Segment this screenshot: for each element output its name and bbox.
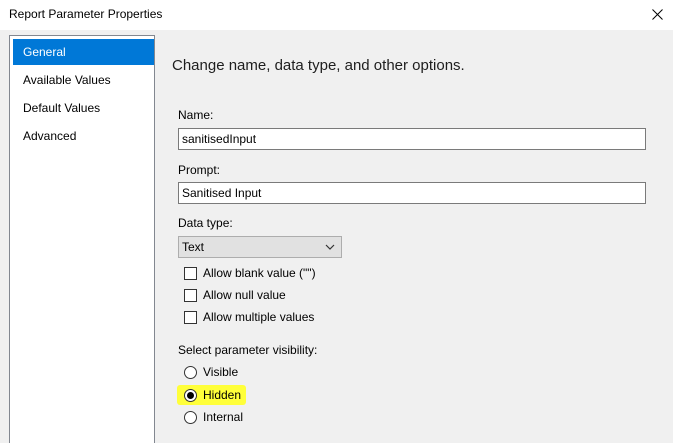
hidden-label: Hidden (203, 388, 242, 402)
page-heading: Change name, data type, and other option… (172, 57, 465, 74)
hidden-radio[interactable]: Hidden (184, 386, 241, 404)
sidebar-item-available-values[interactable]: Available Values (13, 67, 154, 93)
prompt-input[interactable]: Sanitised Input (178, 182, 646, 204)
allow-multiple-label: Allow multiple values (203, 310, 315, 324)
close-button[interactable] (645, 3, 669, 25)
sidebar-item-default-values[interactable]: Default Values (13, 95, 154, 121)
chevron-down-icon (325, 244, 335, 250)
radio-circle (184, 410, 197, 424)
window-title: Report Parameter Properties (9, 7, 163, 21)
radio-circle (184, 388, 197, 402)
title-bar: Report Parameter Properties (0, 0, 673, 30)
allow-multiple-checkbox[interactable]: Allow multiple values (184, 308, 314, 326)
sidebar-item-advanced[interactable]: Advanced (13, 123, 154, 149)
allow-null-label: Allow null value (203, 288, 286, 302)
data-type-value: Text (182, 240, 205, 254)
prompt-label: Prompt: (178, 163, 221, 177)
radio-circle (184, 365, 197, 379)
data-type-select[interactable]: Text (178, 236, 342, 258)
internal-label: Internal (203, 410, 244, 424)
checkbox-box (184, 266, 197, 280)
close-icon (651, 8, 663, 20)
name-label: Name: (178, 108, 214, 122)
checkbox-box (184, 288, 197, 302)
allow-blank-checkbox[interactable]: Allow blank value ("") (184, 264, 316, 282)
sidebar: General Available Values Default Values … (9, 35, 155, 443)
allow-null-checkbox[interactable]: Allow null value (184, 286, 286, 304)
data-type-label: Data type: (178, 216, 233, 230)
visibility-label: Select parameter visibility: (178, 343, 318, 357)
visible-radio[interactable]: Visible (184, 363, 238, 381)
name-input[interactable]: sanitisedInput (178, 128, 646, 150)
internal-radio[interactable]: Internal (184, 408, 243, 426)
allow-blank-label: Allow blank value ("") (203, 266, 316, 280)
visible-label: Visible (203, 365, 239, 379)
sidebar-item-general[interactable]: General (13, 39, 154, 65)
checkbox-box (184, 310, 197, 324)
